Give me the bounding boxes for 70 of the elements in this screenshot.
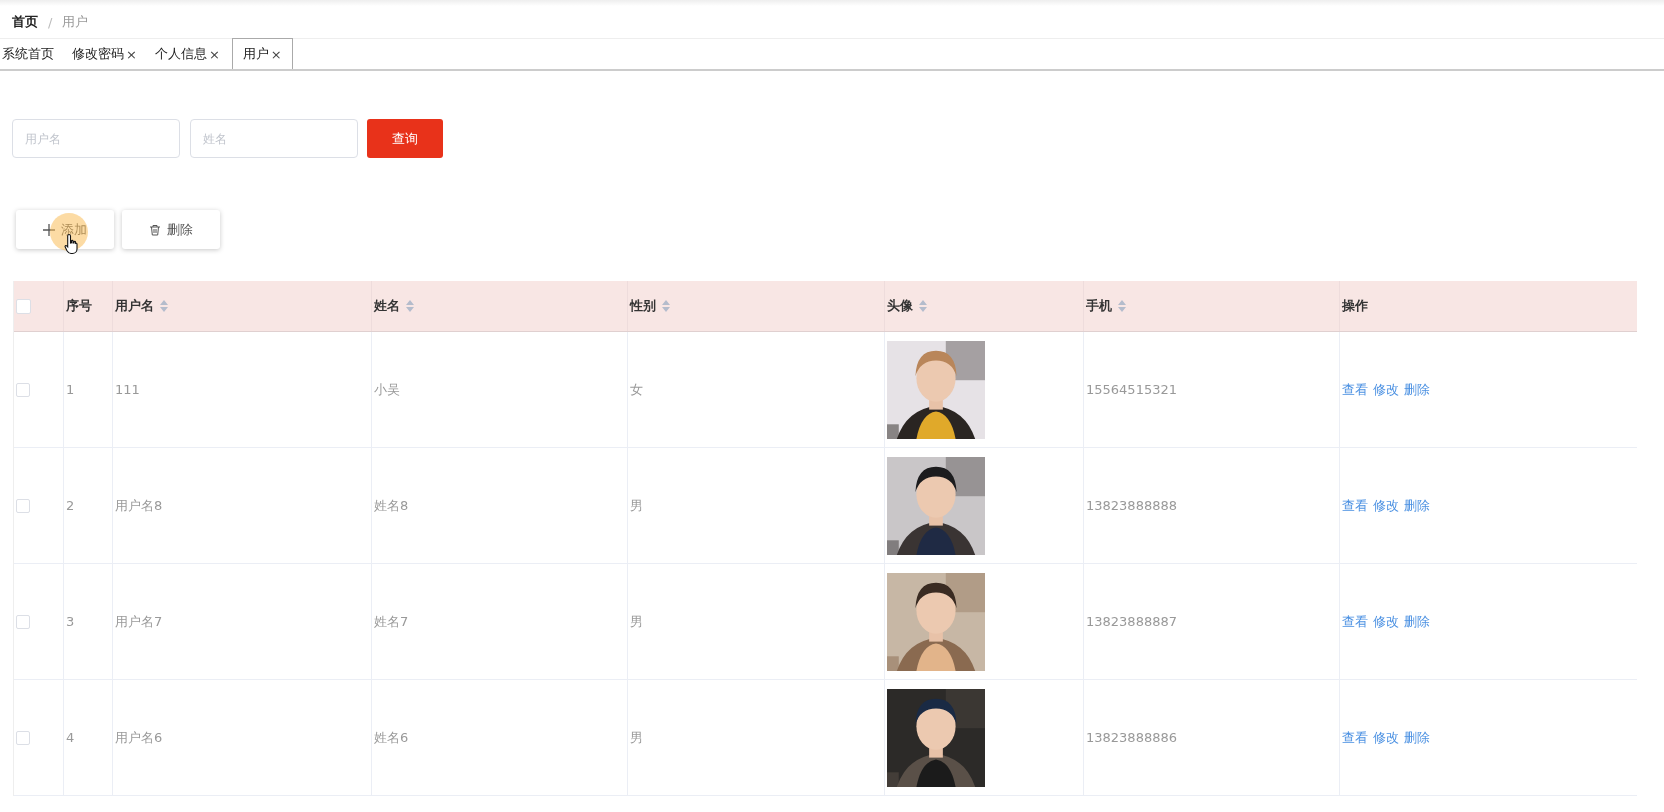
column-header: 手机: [1086, 297, 1112, 315]
tab[interactable]: 修改密码×: [66, 45, 143, 69]
tab[interactable]: 个人信息×: [148, 45, 226, 69]
table-cell: 111: [115, 382, 140, 397]
action-link[interactable]: 删除: [1404, 380, 1430, 399]
table-cell: 姓名7: [374, 612, 409, 631]
table-cell: 15564515321: [1086, 382, 1177, 397]
action-link[interactable]: 删除: [1404, 728, 1430, 747]
action-link[interactable]: 查看: [1342, 728, 1368, 747]
table-cell: 用户名7: [115, 612, 163, 631]
table-cell: 小吴: [374, 380, 400, 399]
sort-icon[interactable]: [919, 300, 927, 312]
table-cell: 男: [630, 496, 643, 515]
tab[interactable]: 用户×: [231, 38, 293, 69]
column-header: 用户名: [115, 297, 154, 315]
query-button[interactable]: 查询: [367, 119, 443, 158]
action-link[interactable]: 删除: [1404, 496, 1430, 515]
table-cell: 1: [66, 382, 75, 397]
column-header: 操作: [1342, 297, 1368, 315]
action-link[interactable]: 修改: [1373, 496, 1399, 515]
sort-icon[interactable]: [160, 300, 168, 312]
tab[interactable]: 系统首页: [0, 45, 60, 69]
header-cell[interactable]: 手机: [1084, 281, 1340, 331]
table-cell: 姓名8: [374, 496, 409, 515]
delete-button[interactable]: 删除: [122, 210, 220, 249]
table-cell: 用户名8: [115, 496, 163, 515]
action-link[interactable]: 查看: [1342, 496, 1368, 515]
column-header: 序号: [66, 297, 92, 315]
table-cell: 2: [66, 498, 75, 513]
breadcrumb-item: 用户: [62, 13, 89, 31]
action-link[interactable]: 修改: [1373, 728, 1399, 747]
breadcrumb-separator: /: [48, 14, 53, 30]
sort-icon[interactable]: [1118, 300, 1126, 312]
action-link[interactable]: 修改: [1373, 612, 1399, 631]
table-cell: 男: [630, 728, 643, 747]
close-icon[interactable]: ×: [126, 46, 137, 62]
table-cell: 3: [66, 614, 75, 629]
header-cell[interactable]: 性别: [628, 281, 885, 331]
table-cell: 用户名6: [115, 728, 163, 747]
action-link[interactable]: 删除: [1404, 612, 1430, 631]
close-icon[interactable]: ×: [270, 46, 282, 62]
table-cell: 13823888888: [1086, 498, 1177, 513]
action-link[interactable]: 查看: [1342, 380, 1368, 399]
column-header: 性别: [630, 297, 656, 315]
column-header: 头像: [887, 297, 913, 315]
sort-icon[interactable]: [406, 300, 414, 312]
row-checkbox[interactable]: [16, 730, 30, 745]
row-checkbox[interactable]: [16, 498, 30, 513]
action-link[interactable]: 查看: [1342, 612, 1368, 631]
column-header: 姓名: [374, 297, 400, 315]
header-cell[interactable]: 用户名: [113, 281, 372, 331]
close-icon[interactable]: ×: [208, 46, 220, 62]
search-field[interactable]: 姓名: [190, 119, 358, 158]
table-cell: 13823888887: [1086, 614, 1177, 629]
table-cell: 姓名6: [374, 728, 409, 747]
action-link[interactable]: 修改: [1373, 380, 1399, 399]
search-field[interactable]: 用户名: [12, 119, 180, 158]
row-checkbox[interactable]: [16, 614, 30, 629]
table-cell: 男: [630, 612, 643, 631]
table-cell: 女: [630, 380, 643, 399]
trash-icon: [149, 223, 161, 236]
table-cell: 13823888886: [1086, 730, 1177, 745]
header-cell[interactable]: 姓名: [372, 281, 628, 331]
select-all-checkbox[interactable]: [16, 298, 31, 314]
sort-icon[interactable]: [662, 300, 670, 312]
plus-icon: [43, 223, 55, 236]
table-cell: 4: [66, 730, 75, 745]
row-checkbox[interactable]: [16, 382, 30, 397]
breadcrumb-item[interactable]: 首页: [12, 13, 38, 31]
header-cell[interactable]: 头像: [885, 281, 1084, 331]
